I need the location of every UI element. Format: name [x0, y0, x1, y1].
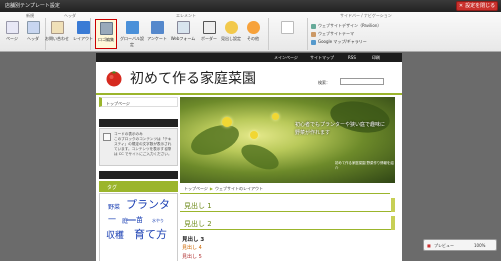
layout-button[interactable]: レイアウト — [72, 19, 94, 49]
tag-link[interactable]: 水やり — [152, 218, 164, 224]
contact-button[interactable]: お問い合わせ — [44, 19, 70, 49]
heading-marker — [391, 198, 395, 212]
header-button[interactable]: ヘッダ — [22, 19, 44, 49]
hero-image: 初心者でもプランターや狭い庭で趣味に野菜が作れます 初めて作る家庭菜園 野菜作り… — [180, 97, 395, 183]
tag-link[interactable]: 苗 — [136, 215, 143, 225]
survey-icon — [150, 21, 164, 34]
window-title: 店舗別テンプレート設定 — [5, 3, 60, 9]
tag-heading: タグ — [99, 181, 178, 192]
heading-3: 見出し 3 — [182, 237, 205, 243]
layout-icon — [76, 21, 90, 34]
tag-link[interactable]: 庭 — [122, 216, 128, 225]
group-label-sidebar: サイドバー / ナビゲーション — [340, 13, 392, 18]
search-input[interactable] — [340, 78, 384, 85]
heading-settings-icon — [224, 21, 238, 34]
breadcrumb-divider — [180, 193, 390, 194]
search-label: 検索： — [318, 80, 330, 85]
global-settings-icon — [125, 21, 139, 34]
website-theme-option[interactable]: ウェブサイトテーマ — [311, 30, 381, 38]
webform-icon — [176, 21, 190, 34]
logo-edit-button[interactable]: ロゴ編集 — [95, 19, 117, 49]
flower-shape — [272, 113, 279, 120]
preview-stage: メインページ サイトマップ RSS 印刷 初めて作る家庭菜園 検索： トップペー… — [0, 53, 501, 261]
leaf-shape — [187, 119, 243, 161]
design-icon — [311, 23, 316, 29]
notice-box: コードの表示のみ このブロックのコンテンツは「テキスティ」の規定の文字数が表示さ… — [99, 128, 178, 166]
website-design-option[interactable]: ウェブサイトデザイン（Pavilion） — [311, 22, 381, 30]
hero-caption: 初心者でもプランターや狭い庭で趣味に野菜が作れます — [295, 122, 386, 136]
border-button[interactable]: ボーダー — [198, 19, 220, 49]
sidebar-block-header — [99, 119, 178, 127]
other-button[interactable]: その他 — [242, 19, 264, 49]
other-icon — [246, 21, 260, 34]
heading-4: 見出し 4 — [182, 245, 202, 251]
site-header: 初めて作る家庭菜園 検索： — [96, 62, 402, 94]
tag-link[interactable]: 収穫 — [106, 228, 124, 241]
heading-1: 見出し 1 — [180, 198, 395, 212]
nav-print[interactable]: 印刷 — [372, 55, 380, 61]
logo-edit-icon — [99, 22, 113, 35]
breadcrumb: トップページ ▶ ウェブサイトのレイアウト — [184, 186, 263, 192]
notice-body: このブロックのコンテンツは「テキスティ」の規定の文字数が表示されています。コンテ… — [114, 137, 172, 156]
extra-icon — [280, 21, 294, 34]
extra-button[interactable] — [270, 19, 304, 49]
leaf-shape — [237, 139, 283, 175]
preview-label: プレビュー — [434, 243, 454, 248]
nav-main-page[interactable]: メインページ — [274, 55, 298, 61]
map-icon — [311, 39, 316, 45]
notice-icon — [103, 133, 111, 141]
site-title: 初めて作る家庭菜園 — [130, 71, 256, 87]
site-top-nav: メインページ サイトマップ RSS 印刷 — [96, 53, 402, 62]
tag-link[interactable]: 野菜 — [108, 202, 120, 211]
survey-button[interactable]: アンケート — [146, 19, 168, 49]
nav-sitemap[interactable]: サイトマップ — [310, 55, 334, 61]
contact-icon — [50, 21, 64, 34]
breadcrumb-separator-icon: ▶ — [209, 186, 213, 191]
page-button[interactable]: ページ — [1, 19, 23, 49]
tag-cloud: 野菜 プランター 一 庭 苗 水やり 収穫 育て方 — [99, 193, 178, 261]
heading-5: 見出し 5 — [182, 254, 202, 260]
tomato-logo-icon — [106, 71, 122, 87]
heading-2: 見出し 2 — [180, 216, 395, 230]
ribbon-divider — [307, 18, 308, 50]
flower-shape — [222, 117, 232, 127]
flower-shape — [250, 131, 258, 139]
breadcrumb-home[interactable]: トップページ — [184, 186, 208, 191]
close-icon: ✕ — [458, 3, 464, 9]
breadcrumb-current: ウェブサイトのレイアウト — [215, 186, 263, 191]
google-map-option[interactable]: Google マップ/ギャラリー — [311, 38, 381, 46]
preview-icon: ■ — [427, 243, 431, 248]
sidebar-item-top-page[interactable]: トップページ — [99, 97, 178, 107]
sidebar-options-list: ウェブサイトデザイン（Pavilion） ウェブサイトテーマ Google マッ… — [311, 22, 381, 46]
sidebar-block-header — [99, 171, 178, 179]
zoom-value: 100% — [474, 243, 486, 248]
global-settings-button[interactable]: グローバル設定 — [119, 19, 145, 49]
close-settings-button[interactable]: ✕ 設定を閉じる — [456, 1, 498, 11]
heading-settings-button[interactable]: 見出し設定 — [220, 19, 242, 49]
ribbon-group-labels: 新規 ヘッダ エレメント サイドバー / ナビゲーション — [0, 12, 501, 19]
tag-link[interactable]: 一 — [108, 214, 116, 225]
ribbon-toolbar: 新規 ヘッダ エレメント サイドバー / ナビゲーション ページ ヘッダ お問い… — [0, 12, 501, 52]
preview-zoom-widget[interactable]: ■ プレビュー 100% — [423, 239, 497, 251]
window-titlebar: 店舗別テンプレート設定 ✕ 設定を閉じる — [0, 0, 501, 12]
header-divider — [96, 93, 402, 95]
border-icon — [202, 21, 216, 34]
site-sidebar: トップページ コードの表示のみ このブロックのコンテンツは「テキスティ」の規定の… — [99, 97, 178, 261]
nav-rss[interactable]: RSS — [348, 55, 356, 60]
site-preview: メインページ サイトマップ RSS 印刷 初めて作る家庭菜園 検索： トップペー… — [96, 53, 402, 261]
hero-subcaption: 初めて作る家庭菜園 野菜作り情報を紹介 — [335, 161, 394, 170]
webform-button[interactable]: Webフォーム — [170, 19, 196, 49]
theme-icon — [311, 31, 316, 37]
page-icon — [5, 21, 19, 34]
tag-link[interactable]: 育て方 — [134, 226, 167, 242]
heading-marker — [391, 216, 395, 230]
header-icon — [26, 21, 40, 34]
ribbon-divider — [268, 18, 269, 50]
